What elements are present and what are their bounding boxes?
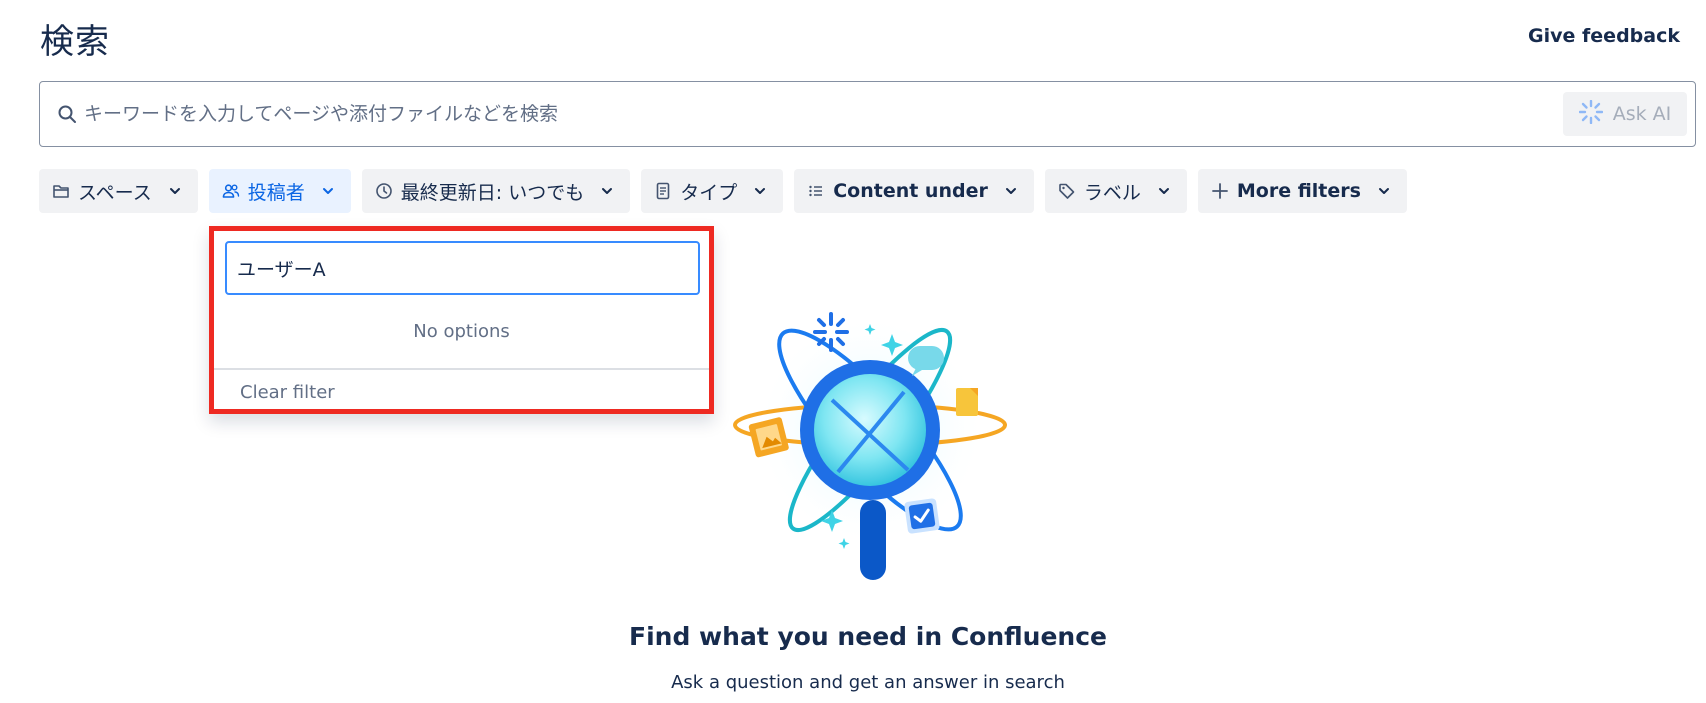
filter-label: 最終更新日: いつでも xyxy=(400,181,585,204)
tag-icon xyxy=(1058,182,1076,200)
chevron-down-icon xyxy=(600,184,614,198)
filter-label: 投稿者 xyxy=(247,181,305,204)
filter-label: タイプ xyxy=(680,181,738,204)
filter-label: More filters xyxy=(1236,180,1361,202)
chevron-down-icon xyxy=(1004,184,1018,198)
chevron-down-icon xyxy=(168,184,182,198)
filter-content-under[interactable]: Content under xyxy=(794,169,1034,213)
page-icon xyxy=(654,182,672,200)
contributor-search-input[interactable] xyxy=(225,241,700,295)
chevron-down-icon xyxy=(1157,184,1171,198)
empty-state-title: Find what you need in Confluence xyxy=(629,622,1107,651)
search-bar[interactable]: Ask AI xyxy=(39,81,1696,147)
give-feedback-link[interactable]: Give feedback xyxy=(1528,25,1680,47)
filter-label: ラベル xyxy=(1083,181,1141,204)
filter-label: スペース xyxy=(78,181,152,204)
search-input[interactable] xyxy=(84,103,1563,125)
filter-type[interactable]: タイプ xyxy=(641,169,784,213)
people-icon xyxy=(222,182,240,200)
ask-ai-label: Ask AI xyxy=(1612,103,1672,125)
search-icon xyxy=(56,103,78,125)
clear-filter-button[interactable]: Clear filter xyxy=(240,382,335,403)
dropdown-divider xyxy=(214,368,709,370)
more-filters-button[interactable]: More filters xyxy=(1197,169,1407,213)
empty-state-subtitle: Ask a question and get an answer in sear… xyxy=(671,672,1065,693)
chevron-down-icon xyxy=(753,184,767,198)
filter-bar: スペース 投稿者 最終更新日: いつでも タイプ Content under ラ xyxy=(39,169,1407,213)
ask-ai-button[interactable]: Ask AI xyxy=(1563,92,1687,136)
filter-last-updated[interactable]: 最終更新日: いつでも xyxy=(361,169,631,213)
filter-label-tag[interactable]: ラベル xyxy=(1044,169,1187,213)
plus-icon xyxy=(1211,182,1229,200)
chevron-down-icon xyxy=(1377,184,1391,198)
filter-space[interactable]: スペース xyxy=(39,169,198,213)
no-options-message: No options xyxy=(413,321,510,342)
list-icon xyxy=(807,182,825,200)
ai-sparkle-icon xyxy=(1578,99,1603,129)
filter-label: Content under xyxy=(833,180,988,202)
clock-icon xyxy=(375,182,393,200)
chevron-down-icon xyxy=(321,184,335,198)
folder-icon xyxy=(52,182,70,200)
filter-contributor[interactable]: 投稿者 xyxy=(208,169,351,213)
page-title: 検索 xyxy=(40,22,110,62)
search-illustration xyxy=(720,300,1020,590)
contributor-filter-dropdown: No options Clear filter xyxy=(209,226,714,414)
